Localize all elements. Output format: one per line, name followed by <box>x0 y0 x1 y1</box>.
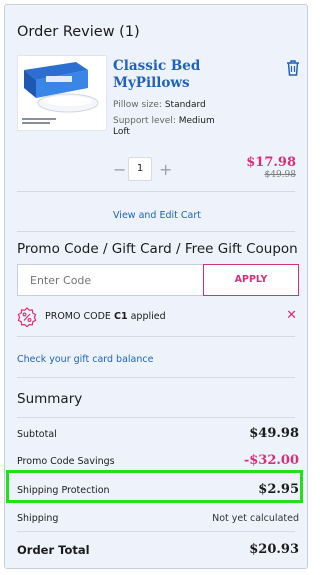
quantity-field[interactable]: 1 <box>128 157 152 181</box>
product-name[interactable]: Classic Bed MyPillows <box>113 58 233 92</box>
pillow-package-image <box>18 56 106 130</box>
view-edit-cart-link[interactable]: View and Edit Cart <box>5 210 309 221</box>
trash-icon[interactable] <box>285 59 301 77</box>
promo-applied-code: C1 <box>113 311 128 322</box>
product-image[interactable] <box>17 55 107 131</box>
promo-code-input[interactable] <box>17 264 203 296</box>
promo-applied-notice: PROMO CODE C1 applied ✕ <box>17 307 299 328</box>
percent-tag-icon <box>17 307 37 328</box>
apply-promo-button[interactable]: APPLY <box>203 264 299 296</box>
pillow-size-value: Standard <box>164 100 206 110</box>
shipping-label: Shipping <box>17 513 59 524</box>
divider <box>17 377 295 378</box>
pillow-size-label: Pillow size: <box>113 100 162 110</box>
support-level-attribute: Support level: Medium Loft <box>113 116 233 138</box>
pillow-size-attribute: Pillow size: Standard <box>113 100 206 111</box>
divider <box>17 191 295 192</box>
promo-savings-label: Promo Code Savings <box>17 456 115 467</box>
shipping-value: Not yet calculated <box>212 513 299 524</box>
shipping-row: Shipping Not yet calculated <box>17 510 299 530</box>
subtotal-row: Subtotal $49.98 <box>17 426 299 446</box>
sale-price: $17.98 <box>246 155 296 170</box>
promo-applied-text: PROMO CODE C1 applied <box>45 311 166 322</box>
promo-savings-value: -$32.00 <box>243 453 299 468</box>
subtotal-label: Subtotal <box>17 429 57 440</box>
order-total-value: $20.93 <box>249 542 299 557</box>
divider <box>17 531 295 532</box>
summary-title: Summary <box>17 391 83 407</box>
divider <box>17 336 295 337</box>
promo-applied-prefix: PROMO CODE <box>45 311 111 322</box>
order-total-label: Order Total <box>17 543 90 557</box>
shipping-protection-highlight <box>6 470 303 503</box>
order-review-title: Order Review (1) <box>17 24 140 40</box>
promo-applied-suffix: applied <box>130 311 166 322</box>
divider <box>17 231 295 232</box>
promo-section-title: Promo Code / Gift Card / Free Gift Coupo… <box>17 241 298 257</box>
gift-card-balance-link[interactable]: Check your gift card balance <box>17 354 153 365</box>
subtotal-value: $49.98 <box>249 426 299 441</box>
quantity-decrease-button[interactable]: − <box>113 160 126 179</box>
remove-promo-icon[interactable]: ✕ <box>286 309 297 323</box>
divider <box>17 417 295 418</box>
quantity-increase-button[interactable]: + <box>159 160 172 179</box>
support-level-label: Support level: <box>113 116 176 126</box>
original-price: $49.98 <box>264 170 297 180</box>
